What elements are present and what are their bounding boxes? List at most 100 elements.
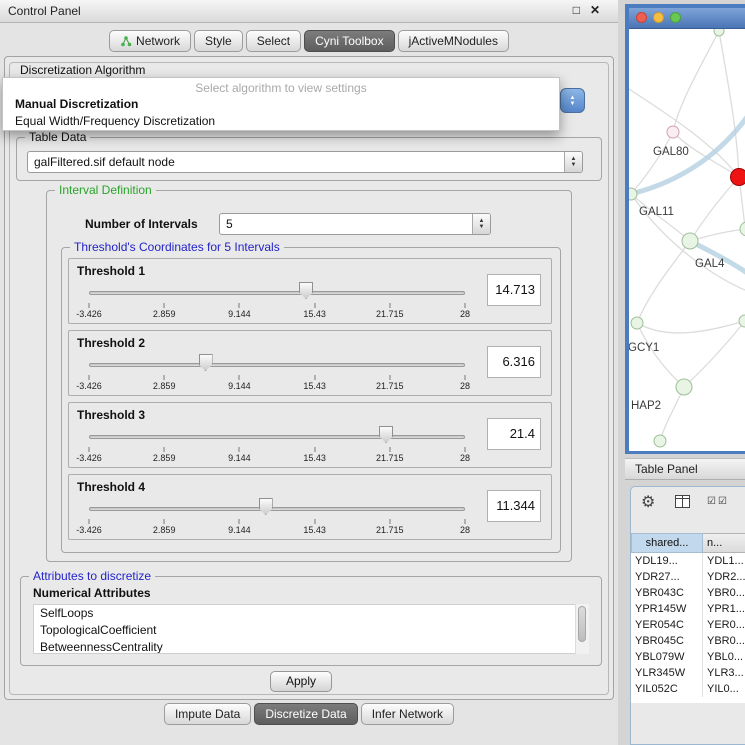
tab-discretize-data[interactable]: Discretize Data: [254, 703, 357, 725]
tab-label: Cyni Toolbox: [315, 30, 383, 52]
slider-thumb[interactable]: [199, 354, 213, 371]
table-cell: YDL1...: [703, 553, 745, 569]
table-row[interactable]: YER054CYER0...: [631, 617, 745, 633]
tick-mark: [164, 519, 165, 524]
network-node[interactable]: [629, 188, 637, 200]
number-of-intervals-combobox[interactable]: 5 ▲▼: [219, 213, 491, 235]
table-data-combobox[interactable]: galFiltered.sif default node ▲▼: [27, 151, 583, 173]
column-header-shared-name[interactable]: shared...: [631, 533, 703, 553]
close-traffic-light[interactable]: [636, 12, 647, 23]
algorithm-combo-button[interactable]: ▲ ▼: [560, 88, 585, 113]
tick-label: 21.715: [376, 525, 404, 535]
tab-label: Style: [205, 30, 232, 52]
threshold-value-field[interactable]: 11.344: [487, 490, 541, 522]
slider-track[interactable]: [89, 507, 465, 511]
table-row[interactable]: YDR27...YDR2...: [631, 569, 745, 585]
table-row[interactable]: YDL19...YDL1...: [631, 553, 745, 569]
gear-icon[interactable]: ⚙: [641, 492, 655, 512]
tick-mark: [164, 303, 165, 308]
close-window-icon[interactable]: ✕: [590, 3, 600, 17]
node-label: HAP2: [631, 400, 661, 412]
list-scrollbar[interactable]: [575, 604, 589, 654]
tab-impute-data[interactable]: Impute Data: [164, 703, 251, 725]
network-node[interactable]: [740, 222, 745, 236]
tab-jactivemnodules[interactable]: jActiveMNodules: [398, 30, 509, 52]
tab-cyni-toolbox[interactable]: Cyni Toolbox: [304, 30, 394, 52]
minimize-traffic-light[interactable]: [653, 12, 664, 23]
network-node[interactable]: [631, 317, 643, 329]
tick-label: 2.859: [153, 309, 176, 319]
tick-label: 2.859: [153, 381, 176, 391]
zoom-traffic-light[interactable]: [670, 12, 681, 23]
tick-mark: [314, 447, 315, 452]
table-cell: YBR0...: [703, 585, 745, 601]
menu-item-manual-discretization[interactable]: Manual Discretization: [3, 96, 559, 113]
tick-label: 2.859: [153, 525, 176, 535]
tick-label: 21.715: [376, 453, 404, 463]
tab-infer-network[interactable]: Infer Network: [361, 703, 454, 725]
table-cell: YIL0...: [703, 681, 745, 697]
columns-icon[interactable]: [675, 495, 690, 508]
float-window-icon[interactable]: □: [573, 3, 580, 17]
threshold-slider[interactable]: -3.4262.8599.14415.4321.71528: [77, 423, 477, 467]
threshold-value-field[interactable]: 21.4: [487, 418, 541, 450]
table-row[interactable]: YLR345WYLR3...: [631, 665, 745, 681]
network-node[interactable]: [739, 315, 745, 327]
table-cell: YBL0...: [703, 649, 745, 665]
table-row[interactable]: YPR145WYPR1...: [631, 601, 745, 617]
tick-mark: [239, 303, 240, 308]
slider-thumb[interactable]: [259, 498, 273, 515]
numerical-attributes-list[interactable]: SelfLoopsTopologicalCoefficientBetweenne…: [33, 604, 589, 654]
network-node[interactable]: [682, 233, 698, 249]
apply-button[interactable]: Apply: [270, 671, 332, 692]
attribute-list-item[interactable]: TopologicalCoefficient: [34, 622, 588, 639]
slider-track[interactable]: [89, 363, 465, 367]
table-row[interactable]: YIL052CYIL0...: [631, 681, 745, 697]
threshold-value-field[interactable]: 6.316: [487, 346, 541, 378]
tick-label: -3.426: [76, 525, 102, 535]
tick-mark: [89, 447, 90, 452]
tab-label: Impute Data: [175, 703, 240, 725]
network-node[interactable]: [654, 435, 666, 447]
node-label: GAL4: [695, 258, 725, 270]
tick-mark: [314, 303, 315, 308]
slider-thumb[interactable]: [379, 426, 393, 443]
slider-track[interactable]: [89, 435, 465, 439]
tab-select[interactable]: Select: [246, 30, 301, 52]
combobox-stepper-icon[interactable]: ▲▼: [472, 214, 490, 234]
threshold-label: Threshold 1: [77, 264, 145, 278]
table-row[interactable]: YBL079WYBL0...: [631, 649, 745, 665]
network-node[interactable]: [667, 126, 679, 138]
select-attributes-icons[interactable]: ☑☑: [707, 496, 729, 507]
threshold-slider[interactable]: -3.4262.8599.14415.4321.71528: [77, 351, 477, 395]
network-node-selected[interactable]: [731, 169, 745, 186]
slider-thumb[interactable]: [299, 282, 313, 299]
interval-definition-group-title: Interval Definition: [55, 183, 156, 197]
combobox-stepper-icon[interactable]: ▲▼: [564, 152, 582, 172]
tick-label: 15.43: [303, 525, 326, 535]
threshold-value-field[interactable]: 14.713: [487, 274, 541, 306]
slider-track[interactable]: [89, 291, 465, 295]
threshold-label: Threshold 4: [77, 480, 145, 494]
tab-network[interactable]: Network: [109, 30, 191, 52]
tab-style[interactable]: Style: [194, 30, 243, 52]
network-tab-icon: [120, 35, 132, 47]
menu-item-equal-width-frequency[interactable]: Equal Width/Frequency Discretization: [3, 113, 559, 130]
tick-label: 21.715: [376, 309, 404, 319]
table-row[interactable]: YBR043CYBR0...: [631, 585, 745, 601]
threshold-slider[interactable]: -3.4262.8599.14415.4321.71528: [77, 279, 477, 323]
attribute-browser-panel: ⚙ ☑☑ shared... n... YDL19...YDL1...YDR27…: [630, 486, 745, 745]
network-node[interactable]: [714, 29, 724, 36]
threshold-slider[interactable]: -3.4262.8599.14415.4321.71528: [77, 495, 477, 539]
network-node[interactable]: [676, 379, 692, 395]
scrollbar-thumb[interactable]: [578, 606, 586, 642]
column-header-name[interactable]: n...: [703, 533, 745, 553]
table-row[interactable]: YBR045CYBR0...: [631, 633, 745, 649]
attribute-list-item[interactable]: BetweennessCentrality: [34, 639, 588, 654]
network-canvas[interactable]: GAL80 GAL11 GAL4 GCY1 HAP2: [629, 29, 745, 451]
threshold-panel: Threshold 2 6.316 -3.4262.8599.14415.432…: [68, 330, 552, 396]
tick-mark: [164, 375, 165, 380]
tick-label: 28: [460, 309, 470, 319]
tick-mark: [465, 375, 466, 380]
attribute-list-item[interactable]: SelfLoops: [34, 605, 588, 622]
